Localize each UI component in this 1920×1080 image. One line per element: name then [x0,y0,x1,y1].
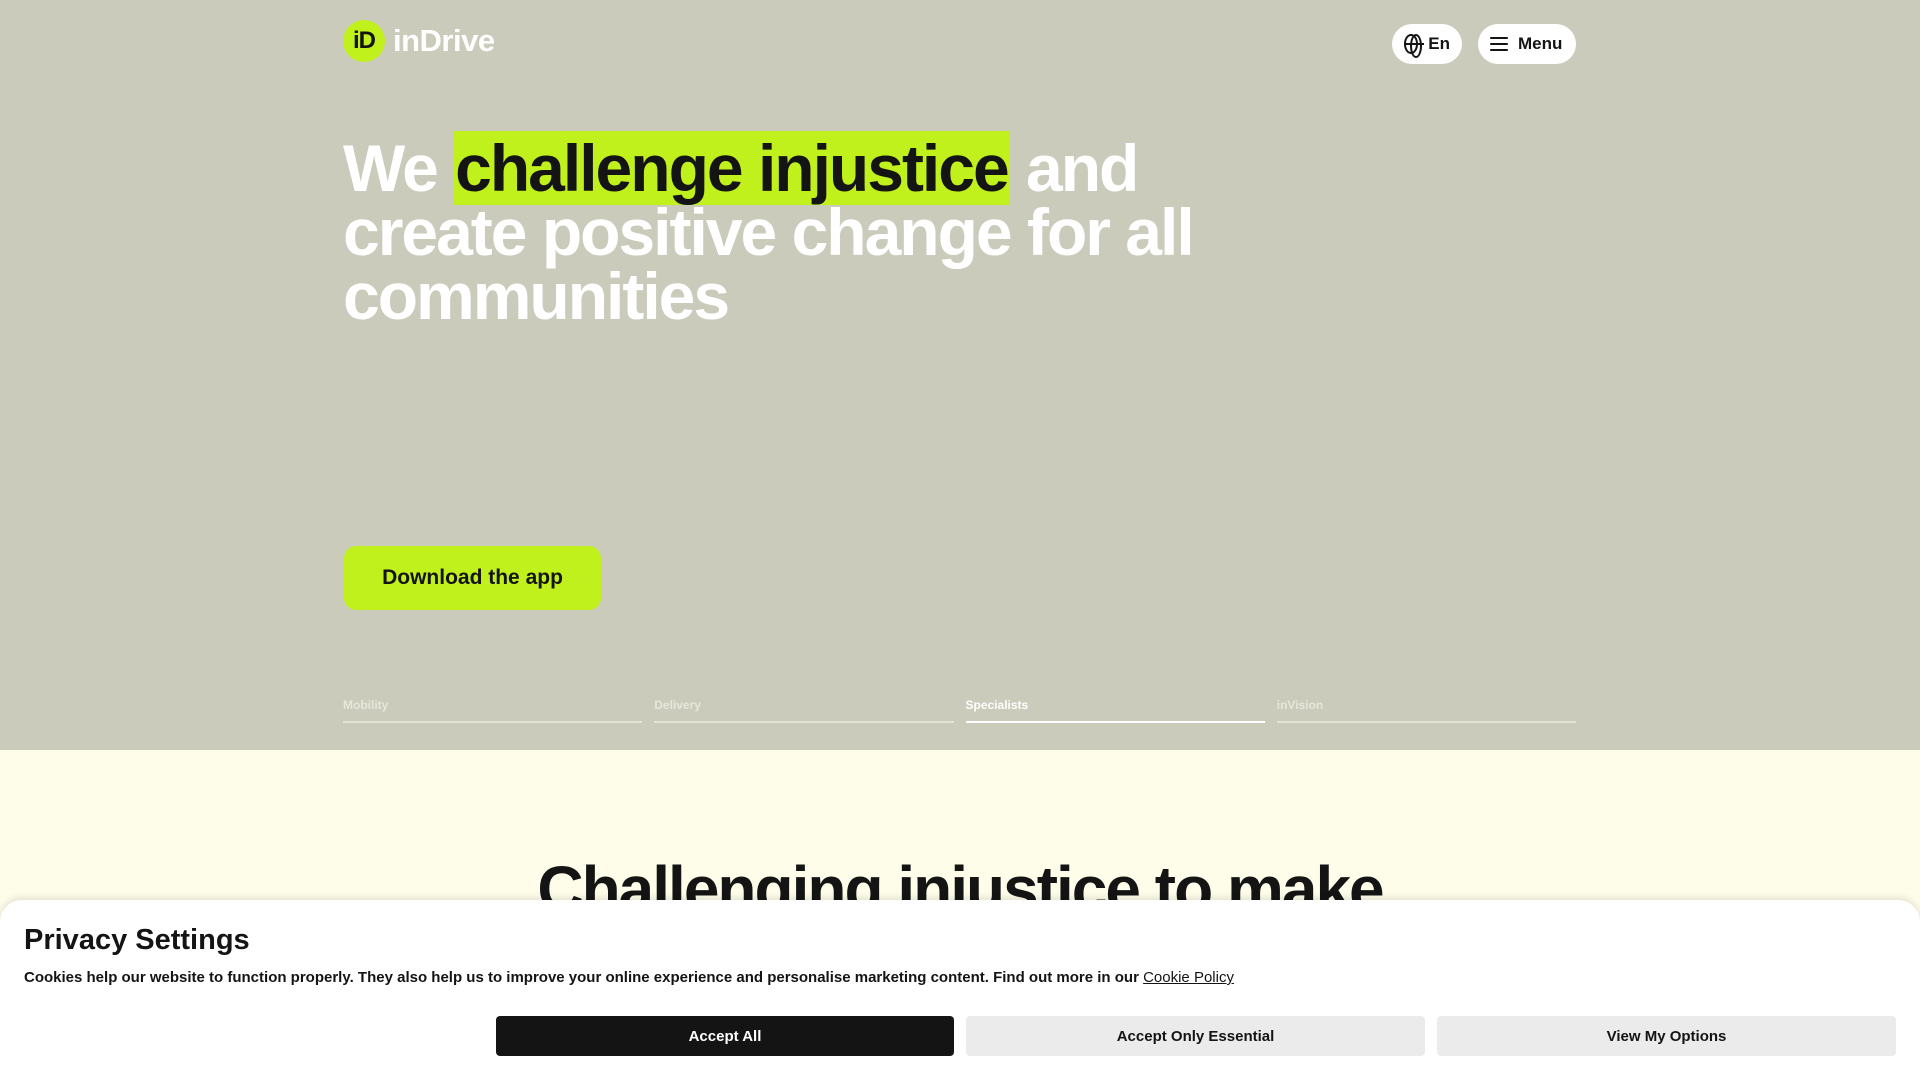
hero-section: iD inDrive En Menu We challenge injustic… [0,0,1920,750]
language-label: En [1428,34,1450,53]
hero-headline: We challenge injustice and create positi… [343,131,1203,329]
accept-all-button[interactable]: Accept All [496,1016,954,1056]
headline-highlight: challenge injustice [453,131,1010,205]
logo-mark-icon: iD [343,20,385,62]
logo-mark-text: iD [353,27,376,54]
tab-invision[interactable]: inVision [1276,698,1576,723]
product-tabs: Mobility Delivery Specialists inVision [343,698,1576,723]
view-options-button[interactable]: View My Options [1437,1016,1896,1056]
logo-text: inDrive [393,23,495,58]
globe-icon [1404,34,1425,58]
menu-button[interactable]: Menu [1478,24,1576,64]
cookie-text-body: Cookies help our website to function pro… [24,969,1144,986]
cookie-policy-link[interactable]: Cookie Policy [1143,969,1234,986]
cookie-title: Privacy Settings [24,924,250,956]
download-app-button[interactable]: Download the app [344,546,601,610]
headline-pre: We [343,131,454,205]
tab-specialists[interactable]: Specialists [965,698,1265,723]
cookie-text: Cookies help our website to function pro… [24,969,1234,986]
tab-delivery[interactable]: Delivery [654,698,954,723]
accept-essential-button[interactable]: Accept Only Essential [966,1016,1425,1056]
menu-icon [1490,37,1508,51]
tab-mobility[interactable]: Mobility [343,698,643,723]
menu-label: Menu [1518,34,1563,53]
language-button[interactable]: En [1392,24,1462,64]
logo[interactable]: iD inDrive [343,20,495,62]
